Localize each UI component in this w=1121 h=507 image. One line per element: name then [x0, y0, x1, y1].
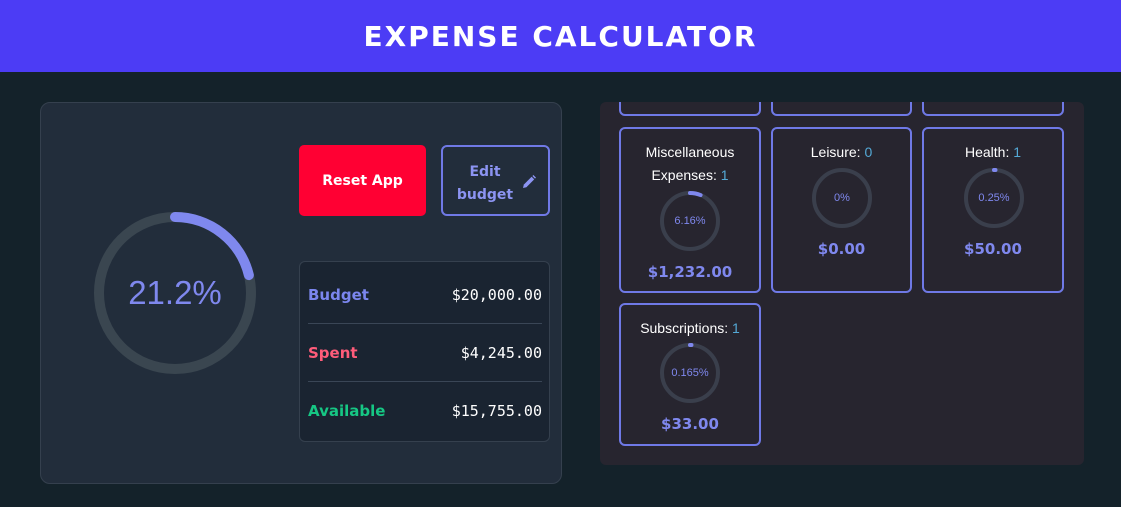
category-title: Miscellaneous Expenses: 1: [621, 141, 759, 187]
stat-label-available: Available: [308, 402, 386, 420]
category-card-miscellaneous[interactable]: Miscellaneous Expenses: 1 6.16% $1,232.0…: [619, 127, 761, 293]
category-card-hidden[interactable]: [619, 102, 761, 116]
pencil-icon: [523, 175, 536, 188]
category-percent: 0.165%: [671, 367, 709, 379]
stat-row-budget: Budget $20,000.00: [308, 266, 542, 324]
category-amount: $0.00: [817, 240, 866, 258]
app-title: EXPENSE CALCULATOR: [363, 19, 758, 53]
stat-value-available: $15,755.00: [451, 402, 542, 420]
stat-value-budget: $20,000.00: [451, 285, 542, 304]
category-name-line1: Health:: [964, 144, 1010, 160]
category-name-line1: Leisure:: [810, 144, 861, 160]
budget-stats-table: Budget $20,000.00 Spent $4,245.00 Availa…: [299, 261, 550, 442]
category-amount: $33.00: [661, 415, 719, 433]
category-percent: 0.25%: [978, 192, 1010, 204]
category-card-health[interactable]: Health: 1 0.25% $50.00: [922, 127, 1064, 293]
edit-budget-label-line1: Edit: [469, 164, 501, 180]
category-card-leisure[interactable]: Leisure: 0 0% $0.00: [771, 127, 912, 293]
edit-budget-button[interactable]: Edit budget: [441, 145, 550, 216]
spent-percent-label: 21.2%: [128, 274, 222, 311]
category-card-hidden[interactable]: [771, 102, 912, 116]
category-title: Leisure: 0: [773, 141, 910, 164]
stat-row-spent: Spent $4,245.00: [308, 324, 542, 382]
category-name-line1: Subscriptions:: [640, 320, 729, 336]
category-name-line2: Expenses:: [651, 167, 717, 183]
category-count: 1: [732, 320, 740, 336]
edit-budget-label-line2: budget: [456, 187, 514, 203]
app-header: EXPENSE CALCULATOR: [0, 0, 1121, 72]
category-count: 1: [1013, 144, 1022, 160]
categories-panel[interactable]: Miscellaneous Expenses: 1 6.16% $1,232.0…: [600, 102, 1084, 465]
category-percent: 6.16%: [674, 215, 706, 227]
edit-budget-label: Edit budget: [443, 161, 527, 207]
spent-progress-ring: 21.2%: [90, 208, 260, 378]
stat-label-budget: Budget: [308, 285, 369, 304]
category-name-line1: Miscellaneous: [645, 144, 735, 160]
stat-label-spent: Spent: [308, 343, 358, 362]
stat-value-spent: $4,245.00: [460, 343, 542, 362]
category-card-hidden[interactable]: [922, 102, 1064, 116]
category-amount: $1,232.00: [647, 263, 733, 281]
stat-row-available: Available $15,755.00: [308, 382, 542, 440]
category-card-subscriptions[interactable]: Subscriptions: 1 0.165% $33.00: [619, 303, 761, 446]
category-amount: $50.00: [964, 240, 1022, 258]
category-title: Health: 1: [924, 141, 1062, 164]
category-count: 0: [864, 144, 873, 160]
category-title: Subscriptions: 1: [621, 317, 759, 340]
reset-app-button[interactable]: Reset App: [299, 145, 426, 216]
category-count: 1: [720, 167, 729, 183]
category-percent: 0%: [834, 192, 850, 204]
